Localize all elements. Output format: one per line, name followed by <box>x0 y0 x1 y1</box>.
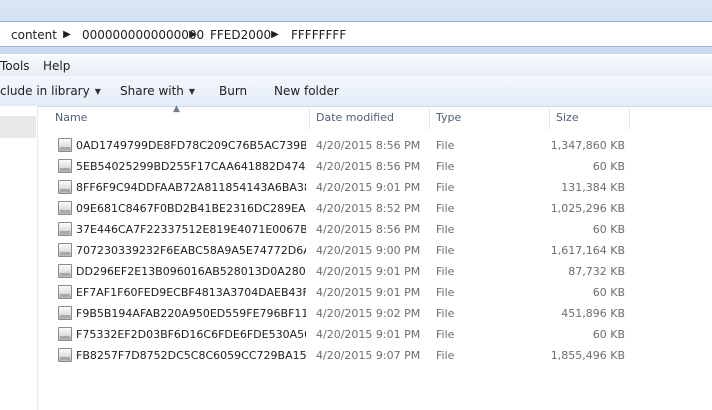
file-row[interactable]: DD296EF2E13B096016AB528013D0A280EE... 4/… <box>38 261 712 282</box>
file-size: 1,855,496 KB <box>550 349 625 362</box>
file-icon <box>58 222 72 236</box>
file-date-modified: 4/20/2015 8:56 PM <box>316 139 421 152</box>
include-in-library-button[interactable]: clude in library ▼ <box>0 82 101 100</box>
command-bar: clude in library ▼ Share with ▼ Burn New f… <box>0 76 712 107</box>
file-type: File <box>436 160 455 173</box>
file-date-modified: 4/20/2015 8:52 PM <box>316 202 421 215</box>
share-with-label: Share with <box>120 84 184 98</box>
file-icon <box>58 201 72 215</box>
file-row[interactable]: 8FF6F9C94DDFAAB72A811854143A6BA382... 4/… <box>38 177 712 198</box>
file-row[interactable]: F9B5B194AFAB220A950ED559FE796BF114... 4/… <box>38 303 712 324</box>
file-row[interactable]: 09E681C8467F0BD2B41BE2316DC289EA77... 4/… <box>38 198 712 219</box>
file-type: File <box>436 286 455 299</box>
navigation-pane[interactable] <box>0 106 38 410</box>
file-type: File <box>436 202 455 215</box>
menu-bar: Tools Help <box>0 56 712 77</box>
breadcrumb-0000000000000000[interactable]: 0000000000000000 <box>82 26 204 44</box>
file-icon <box>58 285 72 299</box>
column-header-row: ▲ Name Date modified Type Size <box>38 104 712 130</box>
file-date-modified: 4/20/2015 9:02 PM <box>316 307 421 320</box>
file-size: 87,732 KB <box>568 265 625 278</box>
nav-selected-item[interactable] <box>0 116 36 138</box>
file-name: 0AD1749799DE8FD78C209C76B5AC739BE7... <box>76 139 306 152</box>
file-name: 09E681C8467F0BD2B41BE2316DC289EA77... <box>76 202 306 215</box>
file-type: File <box>436 223 455 236</box>
file-icon <box>58 348 72 362</box>
share-with-button[interactable]: Share with ▼ <box>120 82 195 100</box>
file-name: 37E446CA7F22337512E819E4071E0067B621... <box>76 223 306 236</box>
sort-ascending-icon: ▲ <box>173 104 180 114</box>
column-header-size[interactable]: Size <box>556 106 579 130</box>
column-header-type[interactable]: Type <box>436 106 461 130</box>
file-date-modified: 4/20/2015 8:56 PM <box>316 160 421 173</box>
file-date-modified: 4/20/2015 9:00 PM <box>316 244 421 257</box>
burn-button[interactable]: Burn <box>219 82 247 100</box>
file-icon <box>58 264 72 278</box>
file-name: F75332EF2D03BF6D16C6FDE6FDE530A507... <box>76 328 306 341</box>
file-size: 451,896 KB <box>561 307 625 320</box>
file-type: File <box>436 265 455 278</box>
file-row[interactable]: 0AD1749799DE8FD78C209C76B5AC739BE7... 4/… <box>38 135 712 156</box>
new-folder-button[interactable]: New folder <box>274 82 339 100</box>
file-size: 60 KB <box>592 223 625 236</box>
file-row[interactable]: 707230339232F6EABC58A9A5E74772D6AFF... 4… <box>38 240 712 261</box>
column-divider[interactable] <box>429 106 430 130</box>
file-icon <box>58 243 72 257</box>
file-date-modified: 4/20/2015 9:01 PM <box>316 181 421 194</box>
file-date-modified: 4/20/2015 9:01 PM <box>316 286 421 299</box>
column-header-date-modified[interactable]: Date modified <box>316 106 394 130</box>
address-bar[interactable]: content ▶ 0000000000000000 ▶ FFED2000 ▶ … <box>0 21 712 47</box>
dropdown-arrow-icon: ▼ <box>94 87 101 96</box>
file-type: File <box>436 349 455 362</box>
file-type: File <box>436 307 455 320</box>
file-size: 60 KB <box>592 286 625 299</box>
breadcrumb-ffed2000[interactable]: FFED2000 <box>210 26 271 44</box>
column-divider[interactable] <box>309 106 310 130</box>
menu-tools[interactable]: Tools <box>0 58 30 74</box>
chevron-right-icon[interactable]: ▶ <box>270 26 280 44</box>
file-date-modified: 4/20/2015 8:56 PM <box>316 223 421 236</box>
file-size: 60 KB <box>592 160 625 173</box>
file-row[interactable]: EF7AF1F60FED9ECBF4813A3704DAEB43FC... 4/… <box>38 282 712 303</box>
file-size: 1,617,164 KB <box>550 244 625 257</box>
file-row[interactable]: 5EB54025299BD255F17CAA641882D474AA... 4/… <box>38 156 712 177</box>
file-size: 131,384 KB <box>561 181 625 194</box>
file-date-modified: 4/20/2015 9:01 PM <box>316 328 421 341</box>
file-size: 1,347,860 KB <box>550 139 625 152</box>
column-divider[interactable] <box>629 106 630 130</box>
file-row[interactable]: 37E446CA7F22337512E819E4071E0067B621... … <box>38 219 712 240</box>
file-icon <box>58 306 72 320</box>
file-name: F9B5B194AFAB220A950ED559FE796BF114... <box>76 307 306 320</box>
file-icon <box>58 180 72 194</box>
column-header-name[interactable]: Name <box>55 106 87 130</box>
chevron-right-icon[interactable]: ▶ <box>188 26 198 44</box>
file-row[interactable]: FB8257F7D8752DC5C8C6059CC729BA157D... 4/… <box>38 345 712 366</box>
file-icon <box>58 138 72 152</box>
file-name: FB8257F7D8752DC5C8C6059CC729BA157D... <box>76 349 306 362</box>
file-name: 707230339232F6EABC58A9A5E74772D6AFF... <box>76 244 306 257</box>
file-type: File <box>436 181 455 194</box>
file-size: 1,025,296 KB <box>550 202 625 215</box>
file-name: EF7AF1F60FED9ECBF4813A3704DAEB43FC... <box>76 286 306 299</box>
file-date-modified: 4/20/2015 9:01 PM <box>316 265 421 278</box>
file-type: File <box>436 244 455 257</box>
file-row[interactable]: F75332EF2D03BF6D16C6FDE6FDE530A507... 4/… <box>38 324 712 345</box>
breadcrumb-ffffffff[interactable]: FFFFFFFF <box>291 26 346 44</box>
file-type: File <box>436 139 455 152</box>
file-name: 5EB54025299BD255F17CAA641882D474AA... <box>76 160 306 173</box>
column-divider[interactable] <box>549 106 550 130</box>
include-in-library-label: clude in library <box>0 84 90 98</box>
file-name: DD296EF2E13B096016AB528013D0A280EE... <box>76 265 306 278</box>
file-name: 8FF6F9C94DDFAAB72A811854143A6BA382... <box>76 181 306 194</box>
dropdown-arrow-icon: ▼ <box>188 87 196 96</box>
menu-help[interactable]: Help <box>43 58 70 74</box>
file-type: File <box>436 328 455 341</box>
file-size: 60 KB <box>592 328 625 341</box>
chevron-right-icon[interactable]: ▶ <box>62 26 72 44</box>
file-icon <box>58 159 72 173</box>
file-date-modified: 4/20/2015 9:07 PM <box>316 349 421 362</box>
breadcrumb-content[interactable]: content <box>11 26 57 44</box>
file-icon <box>58 327 72 341</box>
